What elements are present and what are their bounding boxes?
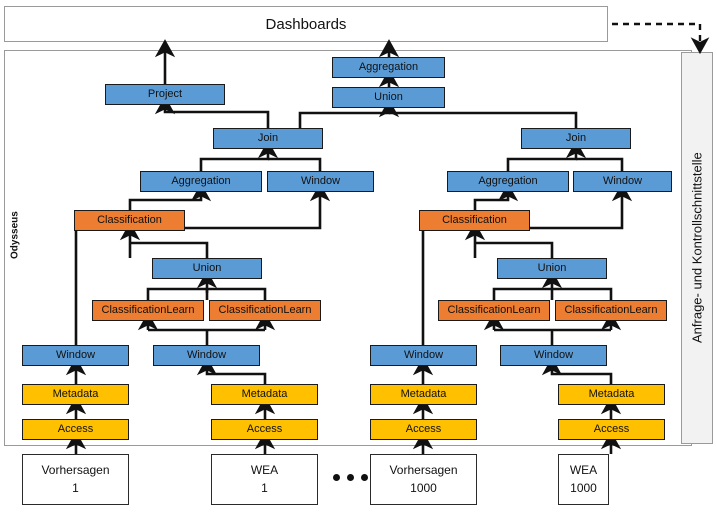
operator-node-cl-r2[interactable]: ClassificationLearn — [555, 300, 667, 321]
odysseus-label: Odysseus — [9, 211, 21, 259]
source-node-name: Vorhersagen — [389, 463, 458, 478]
operator-node-acc-a[interactable]: Access — [22, 419, 129, 440]
operator-node-union-r[interactable]: Union — [497, 258, 607, 279]
operator-node-agg-top[interactable]: Aggregation — [332, 57, 445, 78]
source-node-index: 1 — [72, 480, 79, 495]
operator-node-win-a[interactable]: Window — [22, 345, 129, 366]
operator-node-win-l1[interactable]: Window — [267, 171, 374, 192]
operator-node-label: Window — [55, 349, 96, 361]
operator-node-label: Access — [57, 423, 94, 435]
operator-node-label: Metadata — [588, 388, 635, 400]
source-node-index: 1000 — [570, 480, 597, 495]
operator-node-acc-c[interactable]: Access — [370, 419, 477, 440]
source-node-src-1[interactable]: Vorhersagen 1 — [22, 454, 129, 505]
operator-node-cl-r1[interactable]: ClassificationLearn — [438, 300, 550, 321]
operator-node-label: Access — [593, 423, 630, 435]
query-control-interface-panel: Anfrage- und Kontrollschnittstelle — [681, 52, 713, 444]
operator-node-label: Window — [300, 175, 341, 187]
operator-node-acc-b[interactable]: Access — [211, 419, 318, 440]
operator-node-label: Metadata — [241, 388, 288, 400]
operator-node-agg-r[interactable]: Aggregation — [447, 171, 569, 192]
source-node-name: WEA — [569, 463, 598, 478]
operator-node-label: Window — [403, 349, 444, 361]
operator-node-union-l[interactable]: Union — [152, 258, 262, 279]
operator-node-label: Union — [374, 91, 403, 103]
operator-node-agg-l[interactable]: Aggregation — [140, 171, 262, 192]
source-node-src-2[interactable]: WEA 1 — [211, 454, 318, 505]
query-control-interface-label: Anfrage- und Kontrollschnittstelle — [689, 152, 705, 344]
operator-node-class-l[interactable]: Classification — [74, 210, 185, 231]
operator-node-label: Metadata — [400, 388, 447, 400]
operator-node-meta-b[interactable]: Metadata — [211, 384, 318, 405]
operator-node-acc-d[interactable]: Access — [558, 419, 665, 440]
operator-node-win-d[interactable]: Window — [500, 345, 607, 366]
source-node-src-3[interactable]: Vorhersagen 1000 — [370, 454, 477, 505]
operator-node-win-c[interactable]: Window — [370, 345, 477, 366]
operator-node-label: Window — [533, 349, 574, 361]
operator-node-label: Window — [186, 349, 227, 361]
operator-node-label: Classification — [442, 214, 507, 226]
diagram-canvas: Dashboards Odysseus Anfrage- und Kontrol… — [0, 0, 717, 521]
operator-node-label: Classification — [97, 214, 162, 226]
operator-node-label: Access — [405, 423, 442, 435]
source-ellipsis — [333, 474, 368, 481]
dashboards-label: Dashboards — [265, 15, 347, 33]
operator-node-win-b[interactable]: Window — [153, 345, 260, 366]
source-node-name: WEA — [250, 463, 279, 478]
operator-node-label: ClassificationLearn — [447, 304, 541, 316]
operator-node-cl-l1[interactable]: ClassificationLearn — [92, 300, 204, 321]
operator-node-label: ClassificationLearn — [218, 304, 312, 316]
operator-node-join-r[interactable]: Join — [521, 128, 631, 149]
operator-node-label: Join — [565, 132, 587, 144]
dashboards-box[interactable]: Dashboards — [4, 6, 608, 42]
operator-node-label: Window — [602, 175, 643, 187]
operator-node-win-r1[interactable]: Window — [573, 171, 672, 192]
operator-node-label: Access — [246, 423, 283, 435]
operator-node-meta-d[interactable]: Metadata — [558, 384, 665, 405]
operator-node-meta-c[interactable]: Metadata — [370, 384, 477, 405]
operator-node-union-top[interactable]: Union — [332, 87, 445, 108]
operator-node-label: ClassificationLearn — [101, 304, 195, 316]
operator-node-label: ClassificationLearn — [564, 304, 658, 316]
source-node-src-4[interactable]: WEA 1000 — [558, 454, 609, 505]
operator-node-label: Union — [192, 262, 222, 274]
operator-node-label: Union — [537, 262, 567, 274]
source-node-index: 1000 — [410, 480, 437, 495]
operator-node-label: Project — [147, 88, 183, 100]
source-node-name: Vorhersagen — [41, 463, 110, 478]
operator-node-label: Join — [257, 132, 279, 144]
operator-node-class-r[interactable]: Classification — [419, 210, 530, 231]
operator-node-label: Aggregation — [478, 175, 538, 187]
operator-node-project[interactable]: Project — [105, 84, 225, 105]
operator-node-meta-a[interactable]: Metadata — [22, 384, 129, 405]
operator-node-cl-l2[interactable]: ClassificationLearn — [209, 300, 321, 321]
operator-node-label: Metadata — [52, 388, 99, 400]
operator-node-label: Aggregation — [358, 61, 419, 73]
operator-node-join-l[interactable]: Join — [213, 128, 323, 149]
operator-node-label: Aggregation — [171, 175, 231, 187]
source-node-index: 1 — [261, 480, 268, 495]
